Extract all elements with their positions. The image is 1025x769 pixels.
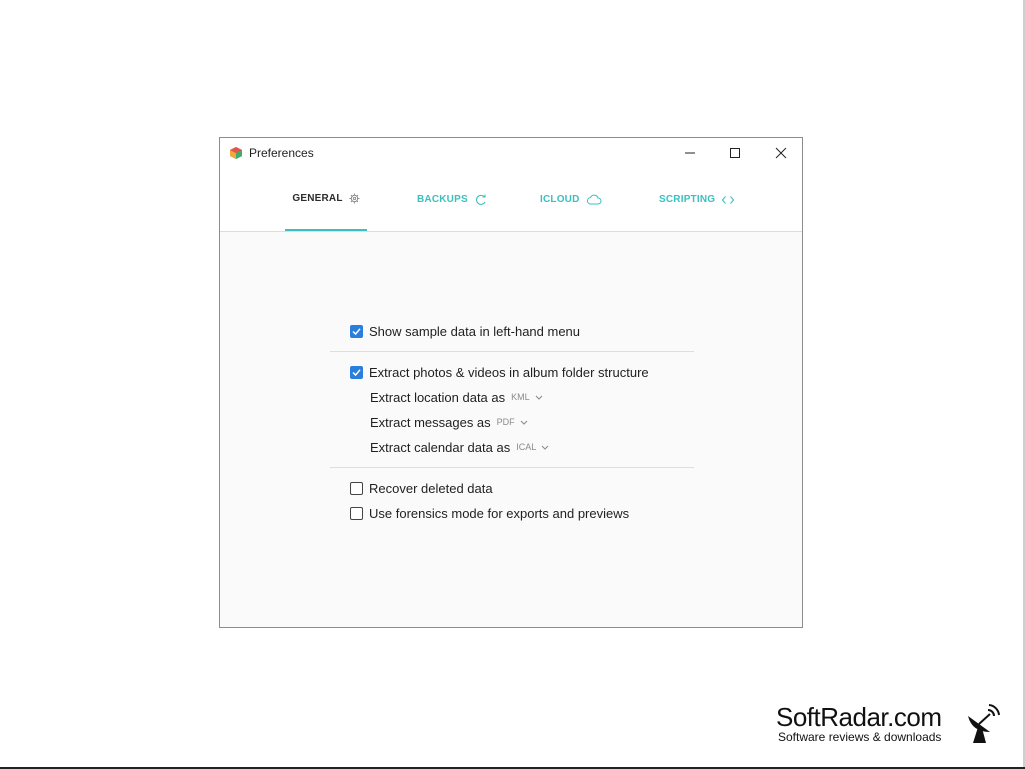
show-sample-data-checkbox[interactable]	[350, 324, 363, 338]
cloud-icon	[586, 194, 602, 205]
watermark-tagline: Software reviews & downloads	[778, 730, 942, 744]
show-sample-data-option[interactable]: Show sample data in left-hand menu	[350, 322, 580, 340]
general-settings-panel: Show sample data in left-hand menu Extra…	[220, 232, 802, 627]
tab-label: BACKUPS	[417, 194, 468, 205]
tab-label: SCRIPTING	[659, 194, 716, 205]
forensics-mode-label: Use forensics mode for exports and previ…	[369, 505, 630, 521]
chevron-down-icon	[520, 420, 528, 425]
checkmark-icon	[352, 368, 361, 376]
extract-photos-checkbox[interactable]	[350, 365, 363, 379]
chevron-down-icon	[535, 395, 543, 400]
maximize-icon	[730, 148, 740, 158]
tab-scripting[interactable]: SCRIPTING	[659, 168, 735, 231]
location-format-dropdown[interactable]: KML	[511, 392, 543, 402]
close-icon	[775, 147, 787, 159]
tab-general[interactable]: GENERAL	[285, 168, 367, 231]
softradar-watermark: SoftRadar.com Software reviews & downloa…	[776, 702, 1016, 750]
tab-backups[interactable]: BACKUPS	[417, 168, 488, 231]
calendar-format-dropdown[interactable]: ICAL	[516, 442, 549, 452]
code-icon	[721, 195, 735, 205]
minimize-icon	[685, 152, 695, 154]
location-format-value: KML	[511, 392, 530, 402]
tab-bar: GENERAL BACKUPS ICLOUD SCRIPTING	[220, 168, 802, 232]
minimize-button[interactable]	[667, 138, 713, 168]
chevron-down-icon	[541, 445, 549, 450]
location-format-label: Extract location data as	[370, 389, 506, 405]
satellite-dish-icon	[968, 704, 1000, 743]
window-title: Preferences	[249, 146, 314, 160]
messages-format-value: PDF	[496, 417, 515, 427]
location-format-option: Extract location data as KML	[370, 388, 543, 406]
messages-format-label: Extract messages as	[370, 414, 491, 430]
forensics-mode-checkbox[interactable]	[350, 506, 363, 520]
preferences-window: Preferences GENERAL BACKUPS ICLOUD SCRIP…	[219, 137, 803, 628]
recover-deleted-option[interactable]: Recover deleted data	[350, 479, 493, 497]
divider	[330, 351, 694, 352]
calendar-format-value: ICAL	[516, 442, 537, 452]
close-button[interactable]	[758, 138, 804, 168]
app-logo-icon	[230, 147, 242, 159]
recover-deleted-label: Recover deleted data	[369, 480, 493, 496]
tab-label: GENERAL	[292, 193, 343, 204]
show-sample-data-label: Show sample data in left-hand menu	[369, 323, 581, 339]
messages-format-option: Extract messages as PDF	[370, 413, 528, 431]
maximize-button[interactable]	[712, 138, 758, 168]
calendar-format-option: Extract calendar data as ICAL	[370, 438, 549, 456]
tab-label: ICLOUD	[540, 194, 580, 205]
gear-icon	[349, 193, 360, 204]
extract-photos-label: Extract photos & videos in album folder …	[369, 364, 649, 380]
checkmark-icon	[352, 327, 361, 335]
watermark-brand: SoftRadar.com	[776, 702, 942, 732]
divider	[330, 467, 694, 468]
messages-format-dropdown[interactable]: PDF	[497, 417, 528, 427]
recover-deleted-checkbox[interactable]	[350, 481, 363, 495]
calendar-format-label: Extract calendar data as	[370, 439, 511, 455]
forensics-mode-option[interactable]: Use forensics mode for exports and previ…	[350, 504, 629, 522]
extract-photos-option[interactable]: Extract photos & videos in album folder …	[350, 363, 649, 381]
tab-icloud[interactable]: ICLOUD	[540, 168, 602, 231]
refresh-icon	[474, 194, 488, 206]
title-bar: Preferences	[220, 138, 802, 168]
